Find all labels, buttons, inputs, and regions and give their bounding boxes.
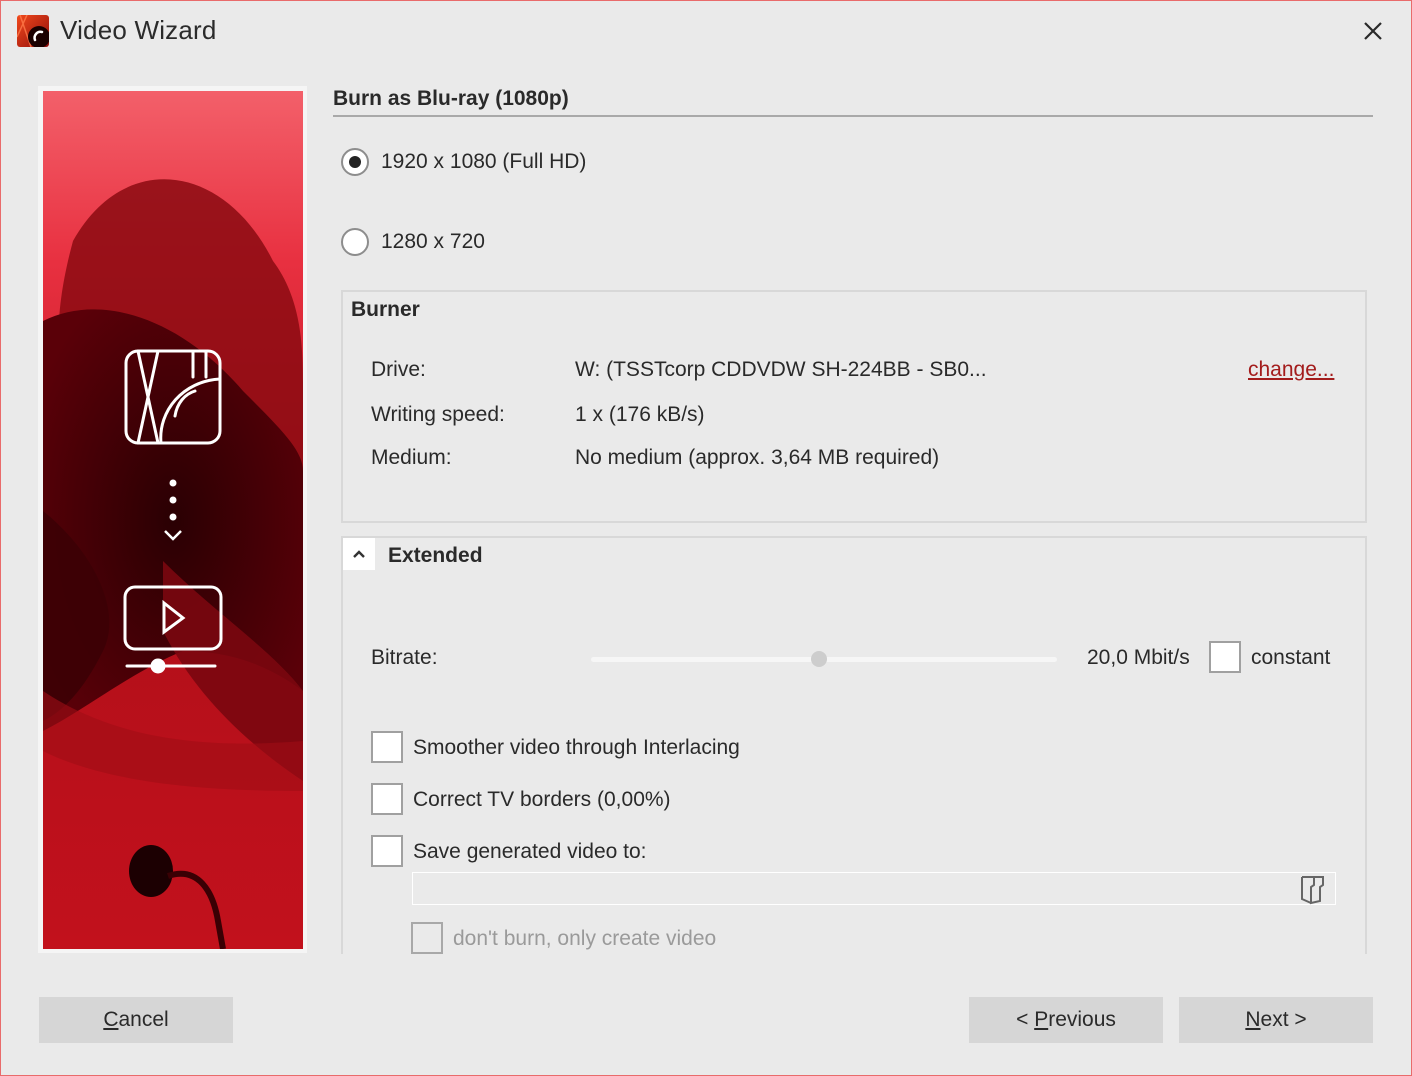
constant-bitrate-label: constant — [1251, 646, 1331, 669]
folder-open-icon — [1301, 876, 1324, 905]
medium-label: Medium: — [371, 446, 452, 469]
cancel-label: Cancel — [103, 1008, 169, 1031]
radio-button-selected[interactable] — [341, 148, 369, 176]
writing-speed-value: 1 x (176 kB/s) — [575, 403, 705, 426]
bitrate-value: 20,0 Mbit/s — [1087, 646, 1190, 669]
previous-button[interactable]: < Previous — [969, 997, 1163, 1043]
tv-borders-label: Correct TV borders (0,00%) — [413, 788, 671, 811]
collapse-extended-button[interactable] — [343, 538, 375, 570]
next-label: Next > — [1245, 1008, 1307, 1031]
save-video-checkbox[interactable] — [371, 835, 403, 867]
bitrate-slider[interactable] — [591, 651, 1057, 667]
radio-1280x720[interactable]: 1280 x 720 — [341, 228, 485, 256]
medium-value: No medium (approx. 3,64 MB required) — [575, 446, 940, 469]
extended-group-title: Extended — [388, 544, 483, 567]
chevron-up-icon — [353, 550, 365, 558]
previous-label: < Previous — [1016, 1008, 1116, 1031]
dont-burn-checkbox[interactable] — [411, 922, 443, 954]
window-title: Video Wizard — [60, 15, 217, 45]
radio-label: 1280 x 720 — [381, 230, 485, 253]
section-title: Burn as Blu-ray (1080p) — [333, 87, 569, 110]
burner-group-title: Burner — [351, 298, 420, 321]
change-drive-link[interactable]: change... — [1248, 358, 1334, 382]
close-button[interactable] — [1351, 13, 1395, 49]
drive-value: W: (TSSTcorp CDDVDW SH-224BB - SB0... — [575, 358, 987, 381]
tv-borders-checkbox[interactable] — [371, 783, 403, 815]
save-path-input[interactable] — [412, 872, 1336, 905]
bitrate-label: Bitrate: — [371, 646, 438, 669]
interlacing-label: Smoother video through Interlacing — [413, 736, 740, 759]
radio-label: 1920 x 1080 (Full HD) — [381, 150, 587, 173]
wizard-banner-image — [43, 91, 303, 949]
browse-folder-button[interactable] — [1297, 873, 1327, 905]
dont-burn-label: don't burn, only create video — [453, 927, 717, 950]
app-logo-icon — [16, 14, 50, 48]
interlacing-checkbox[interactable] — [371, 731, 403, 763]
drive-label: Drive: — [371, 358, 426, 381]
close-icon — [1364, 22, 1382, 40]
section-divider — [333, 115, 1373, 117]
writing-speed-label: Writing speed: — [371, 403, 505, 426]
next-button[interactable]: Next > — [1179, 997, 1373, 1043]
video-wizard-window: Video Wizard Burn as Blu-ray (1080p) 192… — [0, 0, 1412, 1076]
radio-1920x1080[interactable]: 1920 x 1080 (Full HD) — [341, 148, 586, 176]
radio-button[interactable] — [341, 228, 369, 256]
save-video-label: Save generated video to: — [413, 840, 647, 863]
cancel-button[interactable]: Cancel — [39, 997, 233, 1043]
constant-bitrate-checkbox[interactable] — [1209, 641, 1241, 673]
